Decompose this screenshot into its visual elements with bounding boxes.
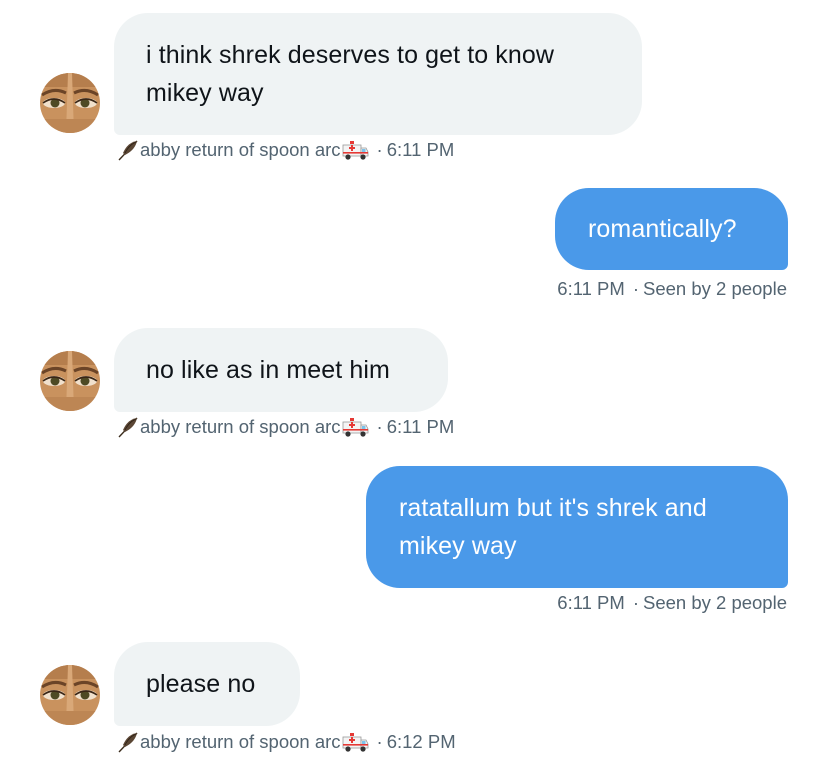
sender-name[interactable]: abby return of spoon arc <box>140 138 341 162</box>
avatar-face-icon <box>40 351 100 411</box>
meta-separator: · <box>376 139 383 160</box>
message-bubble-incoming[interactable]: please no <box>114 642 300 726</box>
meta-separator: · <box>376 731 383 752</box>
message-meta: abby return of spoon arc · 6:12 PM <box>116 730 456 754</box>
timestamp: 6:12 PM <box>386 731 456 752</box>
timestamp: 6:11 PM <box>386 139 455 160</box>
meta-separator: · <box>376 416 383 437</box>
message-text: romantically? <box>588 215 737 243</box>
message-text: ratatallum but it's shrek and mikey way <box>399 494 707 560</box>
message-meta: abby return of spoon arc · 6:11 PM <box>116 138 454 162</box>
message-bubble-outgoing[interactable]: romantically? <box>555 188 788 270</box>
ambulance-icon <box>342 733 368 752</box>
message-text: i think shrek deserves to get to know mi… <box>146 41 555 107</box>
timestamp: 6:11 PM <box>386 416 455 437</box>
seen-status: Seen by 2 people <box>642 592 787 613</box>
timestamp: 6:11 PM <box>557 592 625 613</box>
message-text: no like as in meet him <box>146 356 390 384</box>
feather-icon <box>118 417 138 438</box>
avatar[interactable] <box>40 665 100 725</box>
message-meta: abby return of spoon arc · 6:11 PM <box>116 415 454 439</box>
meta-separator: · <box>632 592 639 613</box>
sender-name[interactable]: abby return of spoon arc <box>140 730 341 754</box>
message-bubble-incoming[interactable]: no like as in meet him <box>114 328 448 412</box>
avatar[interactable] <box>40 73 100 133</box>
ambulance-icon <box>342 141 368 160</box>
sender-name[interactable]: abby return of spoon arc <box>140 415 341 439</box>
timestamp: 6:11 PM <box>557 278 625 299</box>
avatar-face-icon <box>40 665 100 725</box>
message-meta: 6:11 PM · Seen by 2 people <box>557 591 787 615</box>
message-bubble-outgoing[interactable]: ratatallum but it's shrek and mikey way <box>366 466 788 588</box>
seen-status: Seen by 2 people <box>642 278 787 299</box>
avatar-face-icon <box>40 73 100 133</box>
message-bubble-incoming[interactable]: i think shrek deserves to get to know mi… <box>114 13 642 135</box>
meta-separator: · <box>632 278 639 299</box>
feather-icon <box>118 140 138 161</box>
message-meta: 6:11 PM · Seen by 2 people <box>557 277 787 301</box>
ambulance-icon <box>342 418 368 437</box>
message-text: please no <box>146 670 256 698</box>
feather-icon <box>118 732 138 753</box>
avatar[interactable] <box>40 351 100 411</box>
